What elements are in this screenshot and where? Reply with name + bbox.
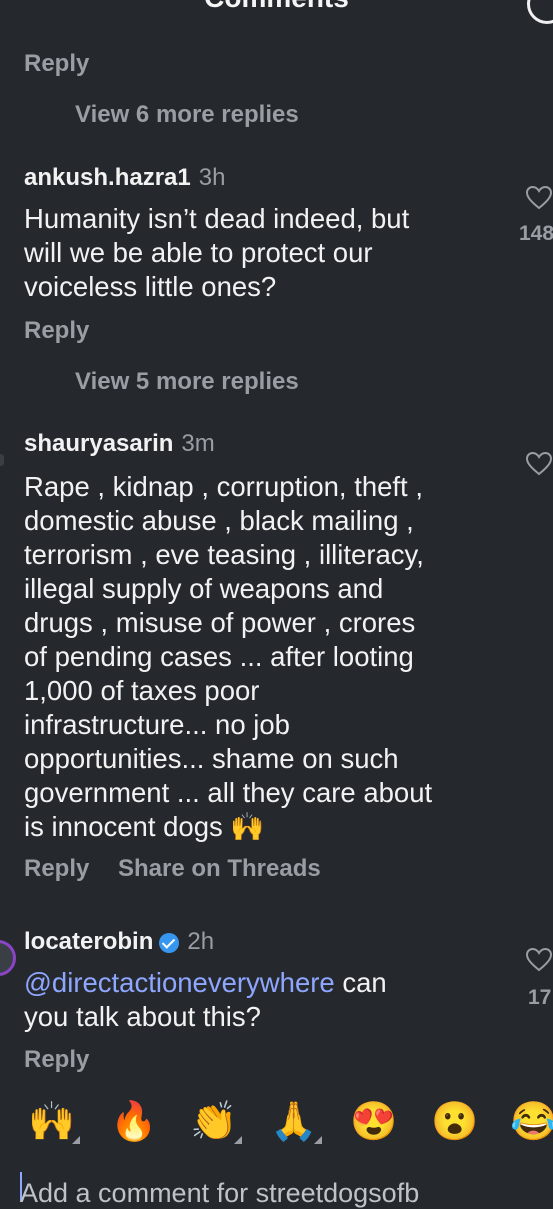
comment-line: terrorism , eve teasing , illiteracy, xyxy=(24,539,424,570)
reply-button[interactable]: Reply xyxy=(24,50,89,78)
comment-line: infrastructure... no job xyxy=(24,709,290,740)
reply-button[interactable]: Reply xyxy=(24,855,89,883)
heart-icon[interactable] xyxy=(526,948,552,972)
comment-line: Rape , kidnap , corruption, theft , xyxy=(24,471,423,502)
verified-badge-icon xyxy=(159,932,180,953)
comment-line: government ... all they care about xyxy=(24,777,433,808)
comment-username[interactable]: locaterobin 2h xyxy=(24,928,214,956)
comment-text-fragment: can xyxy=(334,967,387,998)
view-more-replies[interactable]: View 5 more replies xyxy=(75,368,299,396)
comment-line: will we be able to protect our xyxy=(24,237,373,268)
like-count: 148 xyxy=(519,222,553,245)
mention-link[interactable]: @directactioneverywhere xyxy=(24,967,335,998)
comment-line: illegal supply of weapons and xyxy=(24,573,384,604)
comment-text: @directactioneverywhere can you talk abo… xyxy=(24,966,387,1034)
username-link[interactable]: shauryasarin xyxy=(24,430,173,457)
emoji-tears-of-joy[interactable]: 😂 xyxy=(510,1100,553,1144)
comment-line: domestic abuse , black mailing , xyxy=(24,505,414,536)
comment-line: you talk about this? xyxy=(24,1001,261,1032)
comment-username[interactable]: ankush.hazra1 3h xyxy=(24,164,225,192)
reply-button[interactable]: Reply xyxy=(24,1046,89,1074)
comment-line: Humanity isn’t dead indeed, but xyxy=(24,203,410,234)
comment-time: 3h xyxy=(198,164,226,191)
info-icon[interactable] xyxy=(527,0,553,24)
comment-text: Rape , kidnap , corruption, theft , dome… xyxy=(24,470,432,844)
comment-input[interactable]: Add a comment for streetdogsofb xyxy=(20,1178,419,1209)
emoji-variant-indicator xyxy=(72,1136,80,1144)
like-count: 17 xyxy=(528,986,552,1009)
comment-line: of pending cases ... after looting xyxy=(24,641,414,672)
emoji-heart-eyes[interactable]: 😍 xyxy=(350,1100,397,1144)
emoji-fire[interactable]: 🔥 xyxy=(110,1100,157,1144)
comment-time: 2h xyxy=(187,928,215,955)
comment-line: is innocent dogs 🙌 xyxy=(24,811,265,842)
heart-icon[interactable] xyxy=(526,452,552,476)
heart-icon[interactable] xyxy=(526,186,552,210)
emoji-surprised-face[interactable]: 😮 xyxy=(431,1100,478,1144)
reply-button[interactable]: Reply xyxy=(24,317,89,345)
username-link[interactable]: locaterobin xyxy=(24,928,153,955)
comment-username[interactable]: shauryasarin 3m xyxy=(24,430,215,458)
comments-title: Comments xyxy=(0,0,553,14)
emoji-raising-hands[interactable]: 🙌 xyxy=(28,1100,75,1144)
avatar[interactable] xyxy=(0,454,4,466)
emoji-clapping-hands[interactable]: 👏 xyxy=(190,1100,237,1144)
comment-time: 3m xyxy=(181,430,215,457)
comment-line: drugs , misuse of power , crores xyxy=(24,607,416,638)
comment-text: Humanity isn’t dead indeed, but will we … xyxy=(24,202,409,304)
avatar[interactable] xyxy=(0,940,16,976)
comment-line: opportunities... shame on such xyxy=(24,743,399,774)
emoji-variant-indicator xyxy=(314,1136,322,1144)
comment-line: 1,000 of taxes poor xyxy=(24,675,260,706)
view-more-replies[interactable]: View 6 more replies xyxy=(75,101,299,129)
share-on-threads-button[interactable]: Share on Threads xyxy=(118,855,321,883)
emoji-folded-hands[interactable]: 🙏 xyxy=(270,1100,317,1144)
emoji-variant-indicator xyxy=(234,1136,242,1144)
comment-line: @directactioneverywhere can xyxy=(24,966,387,1000)
username-link[interactable]: ankush.hazra1 xyxy=(24,164,191,191)
comment-line: voiceless little ones? xyxy=(24,271,277,302)
